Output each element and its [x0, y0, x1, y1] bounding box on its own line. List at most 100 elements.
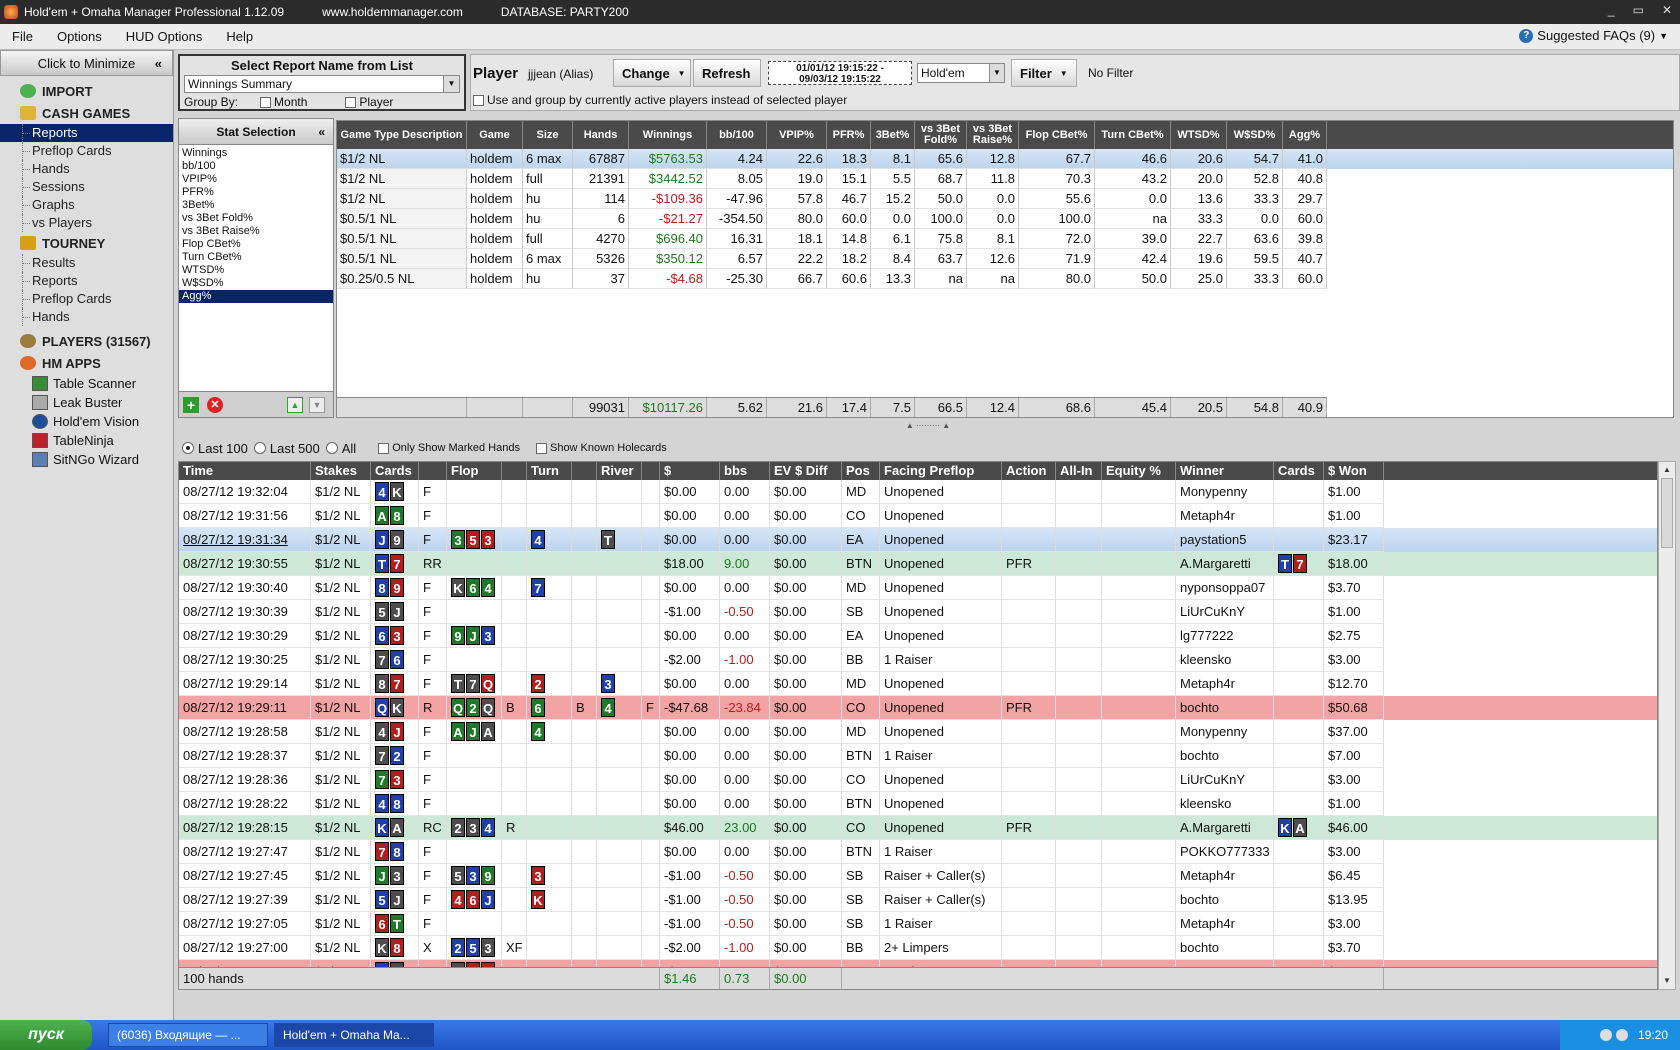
nav-cash-graphs[interactable]: Graphs — [0, 196, 173, 214]
summary-column-header[interactable]: Flop CBet% — [1019, 121, 1095, 149]
nav-cash-hands[interactable]: Hands — [0, 160, 173, 178]
hand-row[interactable]: 08/27/12 19:30:39 $1/2 NL 5 J F -$1.00 -0.50 $0… — [179, 600, 1657, 624]
refresh-button[interactable]: Refresh — [693, 59, 761, 87]
hands-column-header[interactable]: Flop — [447, 462, 502, 480]
date-range-selector[interactable]: 01/01/12 19:15:22 - 09/03/12 19:15:22 — [768, 61, 912, 85]
summary-column-header[interactable]: vs 3Bet Raise% — [967, 121, 1019, 149]
last-500-radio[interactable] — [253, 442, 266, 454]
summary-column-header[interactable]: bb/100 — [707, 121, 767, 149]
hand-row[interactable]: 08/27/12 19:30:29 $1/2 NL 6 3 F 9 J 3 $0.00 0.00 $… — [179, 624, 1657, 648]
summary-row[interactable]: $1/2 NL holdem full 21391 $3442.52 8.05 19.0 15… — [337, 169, 1673, 189]
hand-row[interactable]: 08/27/12 19:30:25 $1/2 NL 7 6 F -$2.00 -1.00 $0… — [179, 648, 1657, 672]
summary-row[interactable]: $0.25/0.5 NL holdem hu 37 -$4.68 -25.30 66.7 60… — [337, 269, 1673, 289]
nav-tourney-preflop-cards[interactable]: Preflop Cards — [0, 290, 173, 308]
summary-column-header[interactable]: VPIP% — [767, 121, 827, 149]
stat-item[interactable]: vs 3Bet Fold% — [179, 212, 333, 225]
app-sitngo-wizard[interactable]: SitNGo Wizard — [0, 450, 173, 469]
hand-row[interactable]: 08/27/12 19:28:36 $1/2 NL 7 3 F $0.00 0.00 $0.0… — [179, 768, 1657, 792]
hand-row[interactable]: 08/27/12 19:31:34 $1/2 NL J 9 F 3 5 3 4 T $0.00 0.0… — [179, 528, 1657, 552]
hands-column-header[interactable]: Turn — [527, 462, 572, 480]
summary-column-header[interactable]: vs 3Bet Fold% — [915, 121, 967, 149]
summary-column-header[interactable]: Game Type Description — [337, 121, 467, 149]
stat-item[interactable]: Winnings — [179, 147, 333, 160]
hand-row[interactable]: 08/27/12 19:30:55 $1/2 NL T 7 RR $18.00 9.00 $0… — [179, 552, 1657, 576]
hands-column-header[interactable] — [502, 462, 527, 480]
stat-item[interactable]: vs 3Bet Raise% — [179, 225, 333, 238]
maximize-window-button[interactable]: ▭ — [1633, 3, 1644, 17]
stat-item[interactable]: bb/100 — [179, 160, 333, 173]
stat-item[interactable]: Flop CBet% — [179, 238, 333, 251]
task-holdem-manager[interactable]: Hold'em + Omaha Ma... — [274, 1023, 434, 1047]
nav-tourney-reports[interactable]: Reports — [0, 272, 173, 290]
hand-row[interactable]: 08/27/12 19:28:37 $1/2 NL 7 2 F $0.00 0.00 $0.0… — [179, 744, 1657, 768]
nav-import[interactable]: IMPORT — [0, 80, 173, 102]
change-player-button[interactable]: Change ▼ — [613, 59, 691, 87]
nav-tourney[interactable]: TOURNEY — [0, 232, 173, 254]
summary-column-header[interactable]: 3Bet% — [871, 121, 915, 149]
nav-cash-vs-players[interactable]: vs Players — [0, 214, 173, 232]
tray-network-icon[interactable] — [1599, 1029, 1612, 1041]
hands-column-header[interactable]: All-In — [1056, 462, 1102, 480]
hands-column-header[interactable]: Equity % — [1102, 462, 1176, 480]
hands-column-header[interactable]: Cards — [371, 462, 419, 480]
all-hands-radio[interactable] — [325, 442, 338, 454]
summary-column-header[interactable]: Agg% — [1283, 121, 1327, 149]
stat-item[interactable]: WTSD% — [179, 264, 333, 277]
add-stat-icon[interactable]: + — [183, 397, 199, 413]
summary-column-header[interactable]: Winnings — [629, 121, 707, 149]
hand-row[interactable]: 08/27/12 19:30:40 $1/2 NL 8 9 F K 6 4 7 $0.00 0.00… — [179, 576, 1657, 600]
hand-row[interactable]: 08/27/12 19:27:05 $1/2 NL 6 T F -$1.00 -0.50 $0… — [179, 912, 1657, 936]
filter-button[interactable]: Filter ▼ — [1011, 59, 1077, 87]
hands-column-header[interactable]: Action — [1002, 462, 1056, 480]
only-marked-hands-checkbox[interactable] — [378, 442, 390, 454]
hand-row[interactable]: 08/27/12 19:29:14 $1/2 NL 8 7 F T 7 Q 2 3 $0.00 0.0… — [179, 672, 1657, 696]
summary-row[interactable]: $0.5/1 NL holdem hu 6 -$21.27 -354.50 80.0 60.0… — [337, 209, 1673, 229]
last-100-radio[interactable] — [182, 442, 194, 454]
hands-column-header[interactable]: Winner — [1176, 462, 1274, 480]
group-by-month-checkbox[interactable] — [260, 96, 272, 108]
summary-column-header[interactable]: WTSD% — [1171, 121, 1227, 149]
nav-cash-sessions[interactable]: Sessions — [0, 178, 173, 196]
stat-item[interactable]: VPIP% — [179, 173, 333, 186]
move-down-icon[interactable]: ▼ — [309, 397, 325, 413]
hands-column-header[interactable]: River — [597, 462, 642, 480]
hands-column-header[interactable] — [572, 462, 597, 480]
stat-item[interactable]: PFR% — [179, 186, 333, 199]
hands-column-header[interactable]: Cards — [1274, 462, 1324, 480]
summary-row[interactable]: $1/2 NL holdem hu 114 -$109.36 -47.96 57.8 46.7… — [337, 189, 1673, 209]
menu-hud-options[interactable]: HUD Options — [114, 29, 215, 44]
remove-stat-icon[interactable]: ✕ — [207, 397, 223, 413]
use-active-players-checkbox[interactable] — [473, 95, 484, 107]
nav-players[interactable]: PLAYERS (31567) — [0, 330, 173, 352]
summary-column-header[interactable]: Size — [523, 121, 573, 149]
hands-column-header[interactable]: Stakes — [311, 462, 371, 480]
pane-splitter[interactable]: ▲ ⋯⋯⋯ ▲ — [178, 422, 1678, 430]
report-name-dropdown[interactable]: Winnings Summary ▼ — [184, 75, 460, 93]
nav-cash-games[interactable]: CASH GAMES — [0, 102, 173, 124]
scroll-up-icon[interactable]: ▲ — [1660, 463, 1674, 477]
game-type-dropdown[interactable]: Hold'em ▼ — [917, 63, 1005, 83]
hands-column-header[interactable] — [419, 462, 447, 480]
hand-row[interactable]: 08/27/12 19:27:45 $1/2 NL J 3 F 5 3 9 3 -$1.00 -0.… — [179, 864, 1657, 888]
hand-row[interactable]: 08/27/12 19:29:11 $1/2 NL Q K R Q 2 Q B 6 B 4 F -$47.… — [179, 696, 1657, 720]
hand-row[interactable]: 08/27/12 19:31:56 $1/2 NL A 8 F $0.00 0.00 $0.0… — [179, 504, 1657, 528]
start-button[interactable]: пуск — [0, 1020, 92, 1050]
summary-column-header[interactable]: PFR% — [827, 121, 871, 149]
summary-row[interactable]: $1/2 NL holdem 6 max 67887 $5763.53 4.24 22.6 1… — [337, 149, 1673, 169]
hands-column-header[interactable]: $ — [660, 462, 720, 480]
nav-tourney-hands[interactable]: Hands — [0, 308, 173, 326]
hands-column-header[interactable] — [642, 462, 660, 480]
stat-item[interactable]: 3Bet% — [179, 199, 333, 212]
app-tableninja[interactable]: TableNinja — [0, 431, 173, 450]
hand-row[interactable]: 08/27/12 19:27:47 $1/2 NL 7 8 F $0.00 0.00 $0.0… — [179, 840, 1657, 864]
tray-volume-icon[interactable] — [1615, 1029, 1628, 1041]
hand-row[interactable]: 08/27/12 19:28:22 $1/2 NL 4 8 F $0.00 0.00 $0.0… — [179, 792, 1657, 816]
scroll-thumb[interactable] — [1661, 478, 1673, 548]
summary-column-header[interactable]: Turn CBet% — [1095, 121, 1171, 149]
suggested-faqs-button[interactable]: ? Suggested FAQs (9) ▼ — [1519, 28, 1668, 43]
nav-hm-apps[interactable]: HM APPS — [0, 352, 173, 374]
group-by-player-checkbox[interactable] — [345, 96, 357, 108]
nav-cash-reports[interactable]: Reports — [0, 124, 173, 142]
hand-row[interactable]: 08/27/12 19:28:15 $1/2 NL K A RC 2 3 4 R $46.00 23… — [179, 816, 1657, 840]
close-window-button[interactable]: ✕ — [1662, 3, 1672, 17]
